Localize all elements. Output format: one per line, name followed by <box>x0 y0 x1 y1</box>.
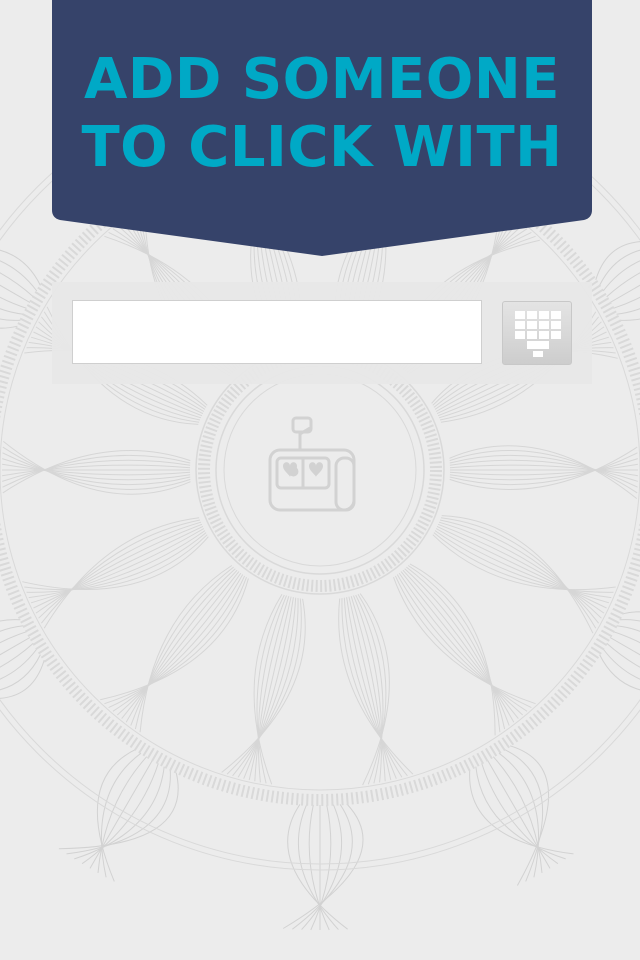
header-banner: ADD SOMEONE TO CLICK WITH <box>52 0 592 258</box>
keypad-button[interactable] <box>502 301 572 365</box>
code-input[interactable] <box>72 300 482 364</box>
code-entry-panel <box>52 282 592 384</box>
title-line-1: ADD SOMEONE <box>84 47 560 112</box>
keypad-icon <box>515 311 561 357</box>
title-line-2: TO CLICK WITH <box>81 115 563 180</box>
page-title: ADD SOMEONE TO CLICK WITH <box>52 46 592 182</box>
